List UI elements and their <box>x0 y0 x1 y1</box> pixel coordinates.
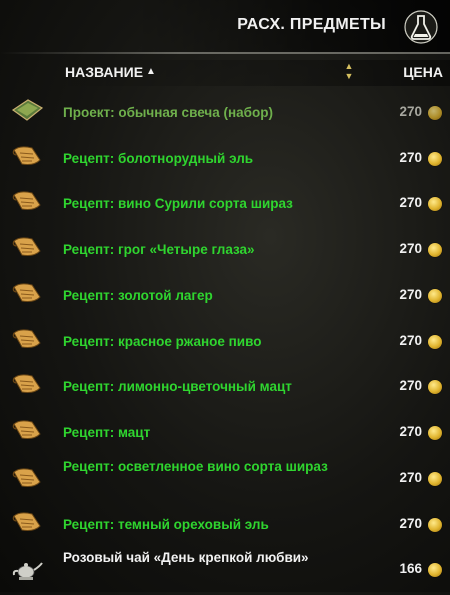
item-row[interactable]: Проект: обычная свеча (набор) 270 <box>0 90 450 134</box>
sort-toggle-icon[interactable]: ▲ ▼ <box>343 61 355 83</box>
item-row[interactable]: Рецепт: мацт 270 <box>0 410 450 454</box>
item-name: Рецепт: вино Сурили сорта шираз <box>63 196 293 211</box>
gold-coin-icon <box>428 335 442 349</box>
recipe-scroll-icon <box>10 233 44 261</box>
recipe-scroll-icon <box>10 325 44 353</box>
item-price: 166 <box>399 561 422 576</box>
recipe-scroll-icon <box>10 464 44 492</box>
item-name: Розовый чай «День крепкой любви» <box>63 550 309 565</box>
item-name: Рецепт: болотнорудный эль <box>63 151 254 166</box>
store-panel: РАСХ. ПРЕДМЕТЫ НАЗВАНИЕ ▲ ▲ ▼ ЦЕНА Проект… <box>0 0 450 592</box>
item-row[interactable]: Рецепт: темный ореховый эль 270 <box>0 502 450 546</box>
item-price: 270 <box>399 424 422 439</box>
item-name: Рецепт: грог «Четыре глаза» <box>63 242 255 257</box>
item-name: Рецепт: красное ржаное пиво <box>63 334 262 349</box>
recipe-scroll-icon <box>10 187 44 215</box>
column-name-header[interactable]: НАЗВАНИЕ <box>65 64 143 80</box>
recipe-scroll-icon <box>10 508 44 536</box>
recipe-scroll-icon <box>10 416 44 444</box>
teapot-icon <box>10 555 44 583</box>
item-price: 270 <box>399 150 422 165</box>
gold-coin-icon <box>428 106 442 120</box>
gold-coin-icon <box>428 518 442 532</box>
recipe-scroll-icon <box>10 279 44 307</box>
gold-coin-icon <box>428 380 442 394</box>
potion-flask-icon[interactable] <box>404 8 438 46</box>
item-row[interactable]: Рецепт: осветленное вино сорта шираз 270 <box>0 456 450 504</box>
item-name: Рецепт: мацт <box>63 425 151 440</box>
recipe-scroll-icon <box>10 142 44 170</box>
item-price: 270 <box>399 378 422 393</box>
item-name: Рецепт: золотой лагер <box>63 288 213 303</box>
recipe-scroll-icon <box>10 370 44 398</box>
item-row[interactable]: Рецепт: вино Сурили сорта шираз 270 <box>0 181 450 225</box>
column-header-bar: НАЗВАНИЕ ▲ ▲ ▼ ЦЕНА <box>0 60 450 86</box>
item-price: 270 <box>399 104 422 119</box>
item-price: 270 <box>399 470 422 485</box>
item-price: 270 <box>399 241 422 256</box>
item-row[interactable]: Рецепт: красное ржаное пиво 270 <box>0 319 450 363</box>
item-name: Проект: обычная свеча (набор) <box>63 105 273 120</box>
gold-coin-icon <box>428 426 442 440</box>
item-row[interactable]: Рецепт: лимонно-цветочный мацт 270 <box>0 364 450 408</box>
column-price-header[interactable]: ЦЕНА <box>403 64 443 80</box>
gold-coin-icon <box>428 289 442 303</box>
blueprint-icon <box>10 96 44 124</box>
gold-coin-icon <box>428 152 442 166</box>
item-price: 270 <box>399 195 422 210</box>
item-row[interactable]: Рецепт: болотнорудный эль 270 <box>0 136 450 180</box>
header-divider <box>0 52 450 54</box>
gold-coin-icon <box>428 563 442 577</box>
item-price: 270 <box>399 287 422 302</box>
gold-coin-icon <box>428 197 442 211</box>
panel-header: РАСХ. ПРЕДМЕТЫ <box>0 0 450 52</box>
item-name: Рецепт: темный ореховый эль <box>63 517 269 532</box>
item-price: 270 <box>399 333 422 348</box>
item-row[interactable]: Рецепт: золотой лагер 270 <box>0 273 450 317</box>
gold-coin-icon <box>428 472 442 486</box>
item-row[interactable]: Розовый чай «День крепкой любви» 166 <box>0 547 450 595</box>
sort-ascending-icon[interactable]: ▲ <box>146 66 156 77</box>
item-name: Рецепт: осветленное вино сорта шираз <box>63 459 328 474</box>
item-price: 270 <box>399 516 422 531</box>
item-row[interactable]: Рецепт: грог «Четыре глаза» 270 <box>0 227 450 271</box>
category-title: РАСХ. ПРЕДМЕТЫ <box>237 16 386 33</box>
gold-coin-icon <box>428 243 442 257</box>
item-name: Рецепт: лимонно-цветочный мацт <box>63 379 292 394</box>
